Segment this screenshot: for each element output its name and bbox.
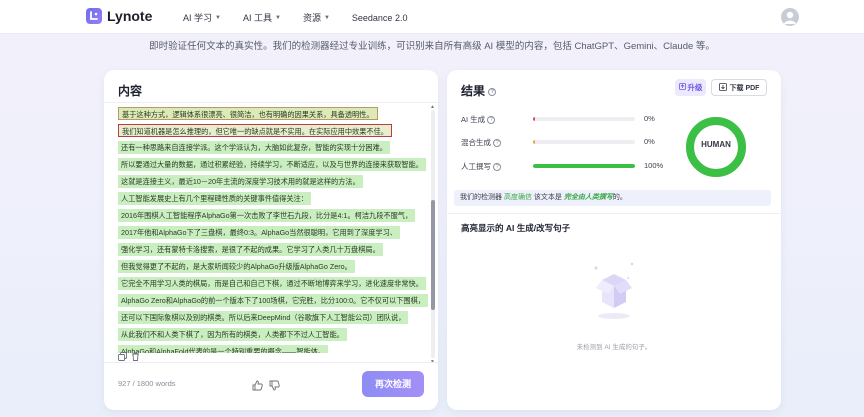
- stat-label: 混合生成 ?: [461, 137, 502, 148]
- nav-item-ai-tools[interactable]: AI 工具 ▼: [243, 11, 281, 24]
- stat-bar-fill: [533, 140, 536, 144]
- donut-label: HUMAN: [701, 140, 731, 149]
- stat-mixed: 混合生成 ? 0%: [461, 136, 671, 148]
- top-navbar: Lynote AI 学习 ▼ AI 工具 ▼ 资源 ▼ Seedance 2.0: [0, 0, 864, 34]
- nav-item-resources[interactable]: 资源 ▼: [303, 11, 330, 24]
- panel-divider: [447, 213, 781, 214]
- text-line: 基于这种方式，逻辑体系很漂亮、很简洁，也有明确的因果关系，具备透明性。: [118, 107, 378, 120]
- panel-divider: [104, 102, 438, 103]
- text-line: AlphaGo Zero和AlphaGo的前一个版本下了100场棋，它完胜，比分…: [118, 294, 428, 307]
- empty-state-text: 未检测到 AI 生成的句子。: [576, 344, 652, 351]
- nav-item-seedance[interactable]: Seedance 2.0: [352, 11, 408, 24]
- results-title: 结果 ?: [461, 82, 497, 99]
- footer-divider: [104, 362, 438, 363]
- nav-menu: AI 学习 ▼ AI 工具 ▼ 资源 ▼ Seedance 2.0: [183, 11, 429, 24]
- text-line: 强化学习，还有蒙特卡洛搜索，是很了不起的成果。它学习了人类几十万盘棋局。: [118, 243, 383, 256]
- upgrade-icon: [678, 83, 686, 92]
- empty-box-icon: [588, 254, 640, 329]
- download-icon: [718, 82, 727, 93]
- brand-name: Lynote: [107, 8, 153, 24]
- nav-item-label: AI 学习: [183, 13, 213, 23]
- text-line: 它完全不用学习人类的棋局，而是自己和自己下棋，通过不断地博弈来学习，进化速度非常…: [118, 277, 426, 290]
- stat-value: 0%: [644, 114, 655, 123]
- verdict-confidence: 高度确信: [503, 194, 532, 201]
- content-title: 内容: [118, 84, 143, 98]
- thumbs-down-icon[interactable]: [269, 378, 280, 396]
- verdict-suffix: 的。: [612, 194, 627, 201]
- verdict-result: 完全由人类撰写: [563, 194, 613, 201]
- stat-human-written: 人工撰写 ? 100%: [461, 160, 671, 172]
- results-panel: 结果 ? 升级 下载 PDF AI 生成 ? 0% 混合生成 ? 0% 人工撰写…: [447, 70, 781, 410]
- verdict-prefix: 我们的检测器: [460, 194, 502, 201]
- stat-value: 100%: [644, 161, 664, 170]
- nav-item-label: Seedance 2.0: [351, 12, 408, 23]
- copy-icon[interactable]: [118, 348, 127, 366]
- text-line: 人工智能发展史上有几个里程碑性质的关键事件值得关注：: [118, 192, 311, 205]
- stat-value: 0%: [644, 137, 655, 146]
- stat-bar: [533, 117, 635, 121]
- logo-mark-icon: [86, 8, 102, 24]
- verdict-banner: 我们的检测器 高度确信 该文本是 完全由人类撰写的。: [454, 190, 771, 206]
- text-line: 但我觉得更了不起的，是大家听闻较少的AlphaGo升级版AlphaGo Zero…: [118, 260, 355, 273]
- ai-sentences-title: 高亮显示的 AI 生成/改写句子: [461, 223, 571, 233]
- verdict-middle: 该文本是: [533, 194, 562, 201]
- nav-item-label: 资源: [302, 13, 321, 23]
- thumbs-up-icon[interactable]: [252, 378, 263, 396]
- chevron-down-icon: ▼: [274, 14, 281, 21]
- upgrade-label: 升级: [687, 83, 703, 92]
- text-line: 2016年围棋人工智能程序AlphaGo第一次击败了李世石九段，比分是4:1。柯…: [118, 209, 416, 222]
- help-icon[interactable]: ?: [493, 163, 502, 172]
- text-line: 2017年他和AlphaGo下了三盘棋，最终0:3。AlphaGo当然很聪明，它…: [118, 226, 400, 239]
- stat-label: AI 生成 ?: [461, 114, 496, 125]
- stat-label: 人工撰写 ?: [461, 161, 502, 172]
- download-label: 下载 PDF: [729, 84, 760, 92]
- text-line: 所以要通过大量的数据，通过积累经验，持续学习，不断适应，以及与世界的连接来获取智…: [118, 158, 426, 171]
- text-line: 还可以下国际象棋以及别的棋类。所以后来DeepMind（谷歌旗下人工智能公司）团…: [118, 311, 409, 324]
- stat-bar: [533, 164, 635, 168]
- recheck-button[interactable]: 再次检测: [362, 371, 424, 397]
- stat-ai-generated: AI 生成 ? 0%: [461, 113, 671, 125]
- results-title-label: 结果: [461, 84, 486, 98]
- user-avatar-icon[interactable]: [781, 8, 799, 26]
- content-panel: 内容 基于这种方式，逻辑体系很漂亮、很简洁，也有明确的因果关系，具备透明性。 我…: [104, 70, 438, 410]
- content-text-area[interactable]: 基于这种方式，逻辑体系很漂亮、很简洁，也有明确的因果关系，具备透明性。 我们知道…: [118, 107, 428, 389]
- text-line: 这就是连接主义，最近10－20年主流的深度学习技术用的就是这样的方法。: [118, 175, 363, 188]
- text-scrollbar[interactable]: [431, 110, 435, 358]
- text-line: 还有一种思路来自连接学派。这个学派认为，大脑如此复杂，智能的实现十分困难。: [118, 141, 390, 154]
- scroll-thumb[interactable]: [431, 200, 435, 310]
- download-pdf-button[interactable]: 下载 PDF: [711, 79, 767, 96]
- help-icon[interactable]: ?: [488, 87, 497, 96]
- trash-icon[interactable]: [131, 348, 140, 366]
- help-icon[interactable]: ?: [487, 116, 496, 125]
- text-line-flagged: 我们知道机器是怎么推理的，但它唯一的缺点就是不实用。在实际应用中效果不佳。: [118, 124, 392, 137]
- text-line: AlphaGo和AlphaFold代表的是一个特别重要的概念——智能体。: [118, 345, 329, 353]
- nav-item-ai-learning[interactable]: AI 学习 ▼: [183, 11, 221, 24]
- chevron-down-icon: ▼: [215, 14, 221, 21]
- stat-bar-fill: [533, 117, 536, 121]
- text-line: 从此我们不和人类下棋了，因为所有的棋类，人类都下不过人工智能。: [118, 328, 347, 341]
- brand-logo[interactable]: Lynote: [86, 8, 152, 24]
- stat-bar-fill: [533, 164, 635, 168]
- chevron-down-icon: ▼: [323, 14, 330, 21]
- upgrade-button[interactable]: 升级: [675, 79, 706, 96]
- nav-item-label: AI 工具: [242, 13, 272, 23]
- word-count: 927 / 1800 words: [118, 379, 176, 388]
- help-icon[interactable]: ?: [493, 139, 502, 148]
- page-subtitle: 即时验证任何文本的真实性。我们的检测器经过专业训练，可识别来自所有高级 AI 模…: [149, 41, 715, 52]
- stat-bar: [533, 140, 635, 144]
